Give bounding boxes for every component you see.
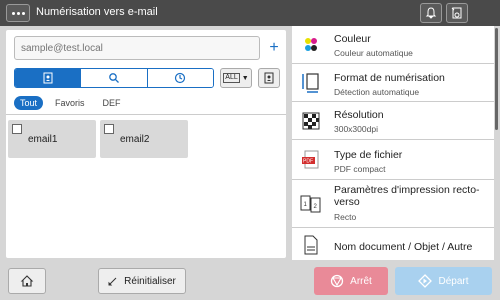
home-icon <box>20 275 34 287</box>
setting-title: Nom document / Objet / Autre <box>334 241 473 253</box>
setting-file-type[interactable]: PDF Type de fichier PDF compact <box>292 140 494 180</box>
filter-favorites[interactable]: Favoris <box>49 96 91 110</box>
contact-label: email1 <box>28 134 58 145</box>
start-label: Départ <box>438 275 469 287</box>
contact-card[interactable]: email2 <box>100 120 188 158</box>
top-bar: Numérisation vers e-mail <box>0 0 500 26</box>
setting-title: Type de fichier <box>334 149 403 161</box>
setting-duplex[interactable]: 12 Paramètres d'impression recto-verso R… <box>292 180 494 228</box>
setting-document-name[interactable]: Nom document / Objet / Autre <box>292 228 494 260</box>
search-tab[interactable] <box>81 69 148 87</box>
start-button[interactable]: Départ <box>395 267 492 295</box>
svg-text:PDF: PDF <box>303 159 313 165</box>
setting-title: Résolution <box>334 109 384 121</box>
address-panel: + ALL ▼ Tout Favoris DEF email1 email2 <box>6 30 286 258</box>
pdf-icon: PDF <box>300 149 322 171</box>
contact-label: email2 <box>120 134 150 145</box>
scan-size-icon <box>300 72 322 94</box>
reset-icon <box>108 277 117 286</box>
reset-button[interactable]: Réinitialiser <box>98 268 186 294</box>
clock-icon <box>175 72 186 84</box>
bottom-bar: Réinitialiser Arrêt Départ <box>0 262 500 300</box>
email-input[interactable] <box>14 36 260 60</box>
settings-scrollbar[interactable] <box>495 28 498 130</box>
setting-value: Détection automatique <box>334 87 420 97</box>
reset-label: Réinitialiser <box>124 275 176 287</box>
filter-all[interactable]: Tout <box>14 96 44 110</box>
setting-resolution[interactable]: Résolution 300x300dpi <box>292 102 494 140</box>
color-icon <box>300 34 322 56</box>
contact-card-icon <box>264 72 274 84</box>
contact-checkbox[interactable] <box>12 124 22 134</box>
duplex-icon: 12 <box>300 193 322 215</box>
stop-label: Arrêt <box>350 275 372 287</box>
search-icon <box>109 73 119 83</box>
add-address-button[interactable]: + <box>264 36 284 60</box>
filter-bar: Tout Favoris DEF <box>14 96 127 110</box>
setting-title: Couleur <box>334 33 371 45</box>
chevron-down-icon: ▼ <box>241 74 249 82</box>
setting-value: 300x300dpi <box>334 124 378 134</box>
all-label: ALL <box>223 73 240 83</box>
address-book-icon <box>43 72 53 84</box>
document-icon <box>300 234 322 256</box>
address-lookup-button[interactable] <box>258 68 280 88</box>
history-tab[interactable] <box>147 69 213 87</box>
setting-value: Couleur automatique <box>334 48 413 58</box>
contact-checkbox[interactable] <box>104 124 114 134</box>
stop-icon <box>331 274 344 288</box>
resolution-icon <box>300 110 322 132</box>
stop-button[interactable]: Arrêt <box>314 267 388 295</box>
setting-value: PDF compact <box>334 164 386 174</box>
view-tabs <box>14 68 214 88</box>
setting-value: Recto <box>334 212 357 222</box>
setting-title: Format de numérisation <box>334 72 445 84</box>
device-status-icon[interactable] <box>446 3 468 23</box>
divider <box>6 114 286 115</box>
filter-def[interactable]: DEF <box>97 96 127 110</box>
setting-scan-size[interactable]: Format de numérisation Détection automat… <box>292 64 494 102</box>
setting-title: Paramètres d'impression recto-verso <box>334 184 480 208</box>
index-dropdown[interactable]: ALL ▼ <box>220 68 252 88</box>
start-icon <box>418 274 433 288</box>
contact-card[interactable]: email1 <box>8 120 96 158</box>
setting-color[interactable]: Couleur Couleur automatique <box>292 26 494 64</box>
settings-panel: Couleur Couleur automatique Format de nu… <box>292 26 494 260</box>
bell-icon[interactable] <box>420 3 442 23</box>
address-book-tab[interactable] <box>15 69 82 87</box>
page-title: Numérisation vers e-mail <box>36 6 158 18</box>
home-button[interactable] <box>8 268 46 294</box>
more-dots-icon[interactable] <box>6 4 30 22</box>
